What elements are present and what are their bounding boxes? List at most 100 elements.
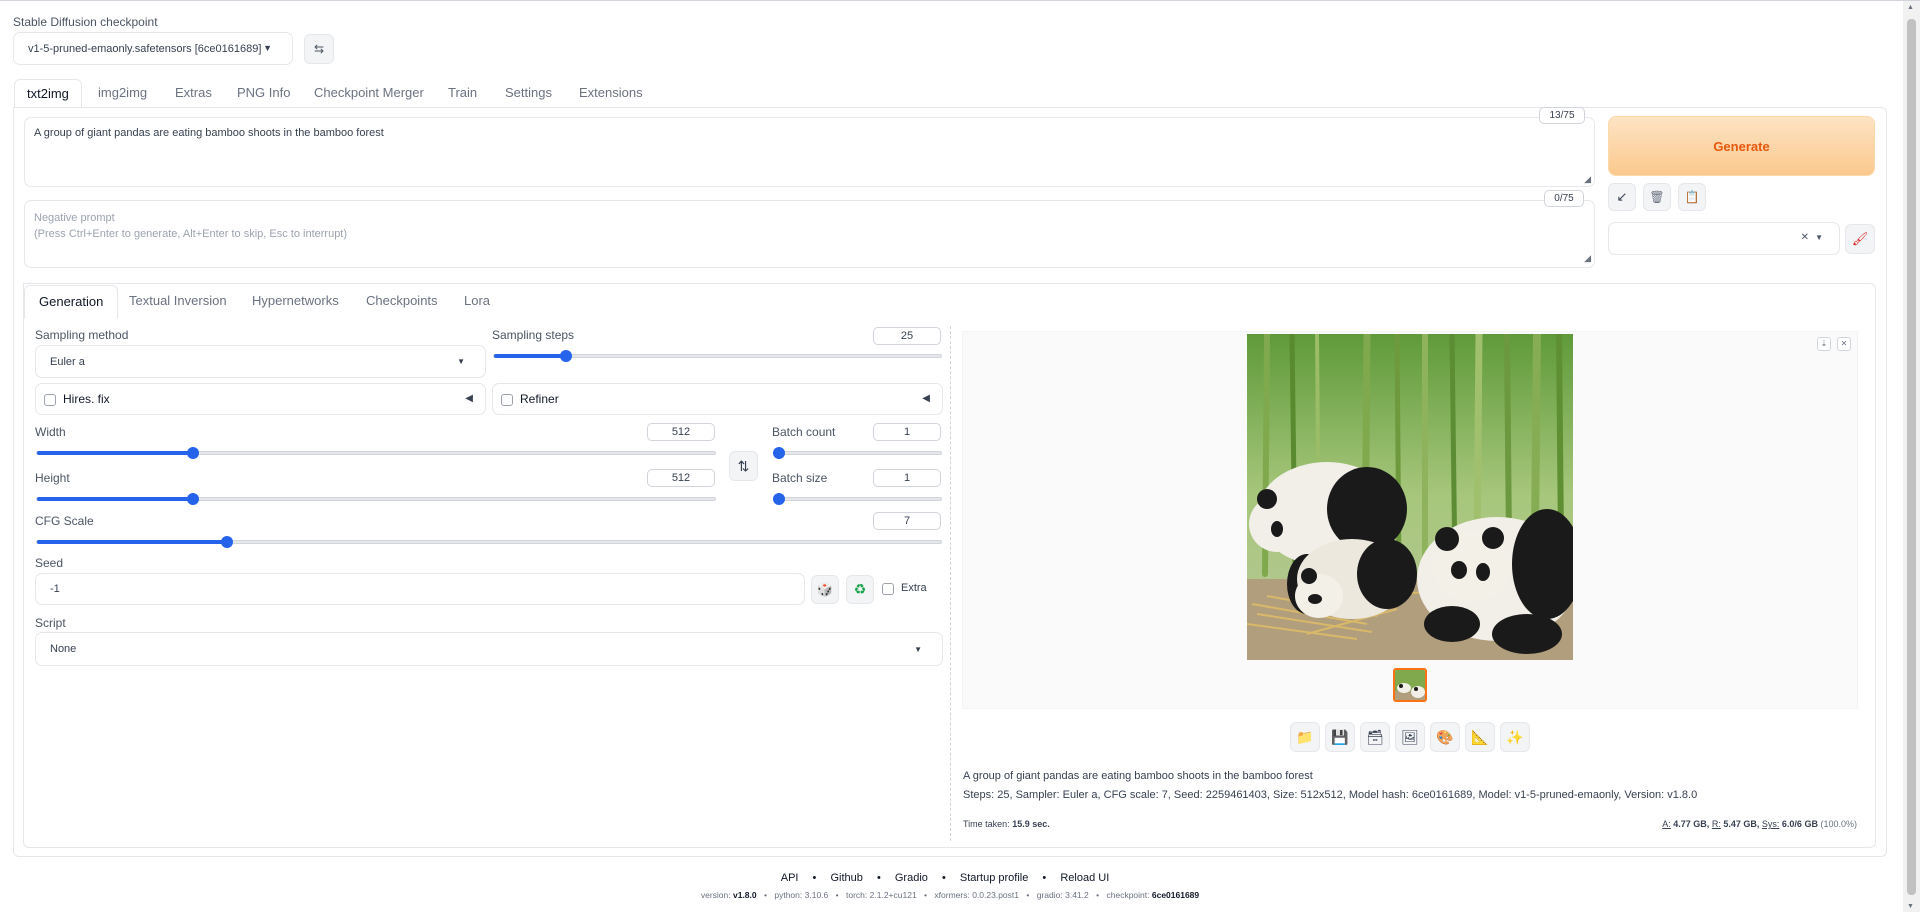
mem-pct: (100.0%) xyxy=(1820,819,1857,829)
gradio-value: 3.41.2 xyxy=(1065,890,1089,900)
cfg-scale-slider[interactable] xyxy=(36,536,942,548)
footer-link-reload-ui[interactable]: Reload UI xyxy=(1060,872,1109,884)
refiner-accordion[interactable]: Refiner ◀ xyxy=(492,383,943,415)
apply-styles-button[interactable]: 📋 xyxy=(1678,183,1706,211)
chevron-down-icon: ▼ xyxy=(263,43,272,53)
mem-sys-label: Sys: xyxy=(1761,819,1780,829)
tab-checkpoint-merger[interactable]: Checkpoint Merger xyxy=(314,79,424,107)
collapse-left-icon: ◀ xyxy=(922,393,930,404)
seed-input[interactable]: -1 xyxy=(35,573,805,605)
scroll-down-icon[interactable]: ▼ xyxy=(1907,903,1914,910)
tab-png-info[interactable]: PNG Info xyxy=(237,79,290,107)
time-taken-value: 15.9 sec. xyxy=(1012,819,1050,829)
generate-button[interactable]: Generate xyxy=(1608,116,1875,176)
extra-seed-checkbox[interactable] xyxy=(882,583,894,595)
tab-extensions[interactable]: Extensions xyxy=(579,79,643,107)
hires-fix-accordion[interactable]: Hires. fix ◀ xyxy=(35,383,486,415)
refresh-checkpoint-button[interactable]: ⇆ xyxy=(304,34,334,64)
height-input[interactable]: 512 xyxy=(647,469,715,487)
swap-dimensions-button[interactable]: ⇅ xyxy=(729,451,758,481)
sampling-steps-slider[interactable] xyxy=(493,350,942,362)
save-icon: 💾 xyxy=(1331,728,1349,745)
script-value: None xyxy=(50,643,77,655)
resize-handle-icon[interactable]: ◢ xyxy=(1584,174,1591,185)
output-params: Steps: 25, Sampler: Euler a, CFG scale: … xyxy=(963,789,1698,801)
scrollbar-thumb[interactable] xyxy=(1907,19,1916,895)
tab-checkpoints[interactable]: Checkpoints xyxy=(366,285,438,317)
batch-size-slider[interactable] xyxy=(773,493,942,505)
swap-icon: ⇆ xyxy=(313,42,325,56)
styles-dropdown[interactable]: ✕ ▼ xyxy=(1608,222,1840,255)
scrollbar[interactable]: ▲ ▼ xyxy=(1903,1,1920,912)
hires-fix-checkbox[interactable] xyxy=(44,394,56,406)
download-icon[interactable]: ⇣ xyxy=(1817,337,1831,351)
height-slider[interactable] xyxy=(36,493,716,505)
tab-extras[interactable]: Extras xyxy=(175,79,212,107)
tab-hypernetworks[interactable]: Hypernetworks xyxy=(252,285,339,317)
close-icon[interactable]: ✕ xyxy=(1837,337,1851,351)
tab-textual-inversion[interactable]: Textual Inversion xyxy=(129,285,227,317)
folder-icon: 📁 xyxy=(1296,728,1314,745)
open-folder-button[interactable]: 📁 xyxy=(1290,722,1320,752)
scroll-up-icon[interactable]: ▲ xyxy=(1907,4,1914,11)
clear-icon[interactable]: ✕ xyxy=(1801,232,1809,243)
width-input[interactable]: 512 xyxy=(647,423,715,441)
upscale-button[interactable]: ✨ xyxy=(1500,722,1530,752)
footer-links: API • Github • Gradio • Startup profile … xyxy=(780,872,1110,884)
sampling-steps-input[interactable]: 25 xyxy=(873,327,941,345)
thumbnail[interactable] xyxy=(1393,668,1427,702)
footer-link-gradio[interactable]: Gradio xyxy=(895,872,928,884)
sampling-method-dropdown[interactable]: Euler a ▼ xyxy=(35,345,486,378)
generated-image[interactable] xyxy=(1247,334,1573,660)
tab-txt2img[interactable]: txt2img xyxy=(14,79,82,109)
brush-icon: 🖌 xyxy=(1851,231,1869,246)
refiner-checkbox[interactable] xyxy=(501,394,513,406)
mem-a-label: A: xyxy=(1662,819,1671,829)
memory-usage: A: 4.77 GB, R: 5.47 GB, Sys: 6.0/6 GB (1… xyxy=(1662,819,1857,829)
batch-count-slider[interactable] xyxy=(773,447,942,459)
chevron-down-icon: ▼ xyxy=(1815,233,1823,242)
resize-handle-icon[interactable]: ◢ xyxy=(1584,250,1591,266)
checkpoint-hash-value: 6ce0161689 xyxy=(1151,890,1200,900)
footer-link-github[interactable]: Github xyxy=(830,872,862,884)
prompt-textarea[interactable]: A group of giant pandas are eating bambo… xyxy=(24,117,1595,187)
image-icon: 🖼 xyxy=(1401,728,1419,745)
tab-lora[interactable]: Lora xyxy=(464,285,490,317)
batch-count-input[interactable]: 1 xyxy=(873,423,941,441)
footer-link-startup-profile[interactable]: Startup profile xyxy=(960,872,1028,884)
tab-train[interactable]: Train xyxy=(448,79,477,107)
tab-img2img[interactable]: img2img xyxy=(98,79,147,107)
image-gallery: ⇣ ✕ xyxy=(962,331,1858,709)
reuse-seed-button[interactable]: ♻ xyxy=(846,575,874,604)
hires-fix-label: Hires. fix xyxy=(63,392,110,406)
random-seed-button[interactable]: 🎲 xyxy=(811,575,839,604)
cfg-scale-label: CFG Scale xyxy=(35,514,94,528)
edit-styles-button[interactable]: 🖌 xyxy=(1845,224,1875,254)
xformers-label: xformers: xyxy=(934,890,970,900)
refiner-label: Refiner xyxy=(520,392,559,406)
checkpoint-dropdown[interactable]: v1-5-pruned-emaonly.safetensors [6ce0161… xyxy=(13,32,293,65)
checkpoint-label: Stable Diffusion checkpoint xyxy=(13,15,158,29)
cfg-scale-input[interactable]: 7 xyxy=(873,512,941,530)
footer-link-api[interactable]: API xyxy=(781,872,799,884)
arrow-down-left-icon: ↙ xyxy=(1616,189,1628,204)
version-label: version: xyxy=(700,890,731,900)
tab-settings[interactable]: Settings xyxy=(505,79,552,107)
chevron-down-icon: ▼ xyxy=(457,357,465,366)
tab-generation[interactable]: Generation xyxy=(24,285,119,319)
torch-label: torch: xyxy=(846,890,868,900)
zip-button[interactable]: 🗃 xyxy=(1360,722,1390,752)
width-slider[interactable] xyxy=(36,447,716,459)
send-to-inpaint-button[interactable]: 🎨 xyxy=(1430,722,1460,752)
save-button[interactable]: 💾 xyxy=(1325,722,1355,752)
script-dropdown[interactable]: None ▼ xyxy=(35,632,943,666)
seed-label: Seed xyxy=(35,556,64,570)
thumbnail-image xyxy=(1395,670,1425,700)
sampling-method-label: Sampling method xyxy=(35,328,129,342)
batch-size-input[interactable]: 1 xyxy=(873,469,941,487)
clear-prompt-button[interactable]: 🗑 xyxy=(1643,183,1671,211)
send-to-img2img-button[interactable]: 🖼 xyxy=(1395,722,1425,752)
negative-prompt-textarea[interactable]: Negative prompt (Press Ctrl+Enter to gen… xyxy=(24,200,1595,268)
send-to-extras-button[interactable]: 📐 xyxy=(1465,722,1495,752)
read-generation-params-button[interactable]: ↙ xyxy=(1608,183,1636,211)
